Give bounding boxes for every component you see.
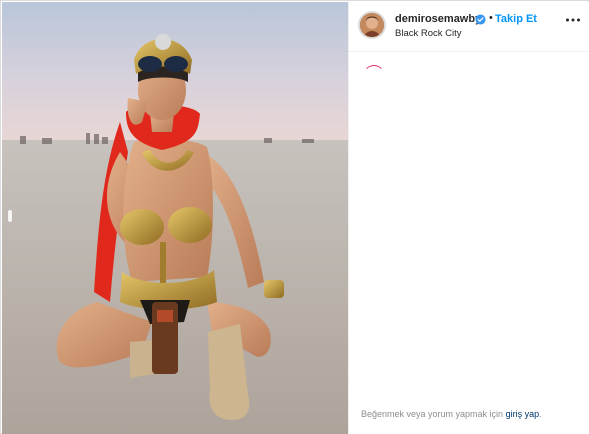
username-link[interactable]: demirosemawby: [395, 13, 481, 25]
header-separator: •: [489, 12, 493, 24]
more-options-icon[interactable]: [565, 17, 581, 23]
follow-button[interactable]: Takip Et: [495, 13, 537, 25]
post-sidebar: demirosemawby • Takip Et Black Rock City…: [348, 2, 589, 434]
verified-badge-icon: [475, 14, 486, 25]
chevron-left-icon[interactable]: [8, 210, 12, 222]
login-prompt: Beğenmek veya yorum yapmak için giriş ya…: [361, 409, 542, 419]
post-header: demirosemawby • Takip Et Black Rock City: [349, 2, 589, 52]
comment-avatar-loading: [363, 65, 385, 87]
location-link[interactable]: Black Rock City: [395, 28, 462, 39]
login-prompt-text: Beğenmek veya yorum yapmak için: [361, 409, 506, 419]
avatar-image: [360, 13, 384, 37]
avatar[interactable]: [358, 11, 386, 39]
login-prompt-end: .: [539, 409, 542, 419]
post-photo[interactable]: [2, 2, 348, 434]
login-link[interactable]: giriş yap: [506, 409, 540, 419]
instagram-post: demirosemawby • Takip Et Black Rock City…: [0, 0, 589, 434]
